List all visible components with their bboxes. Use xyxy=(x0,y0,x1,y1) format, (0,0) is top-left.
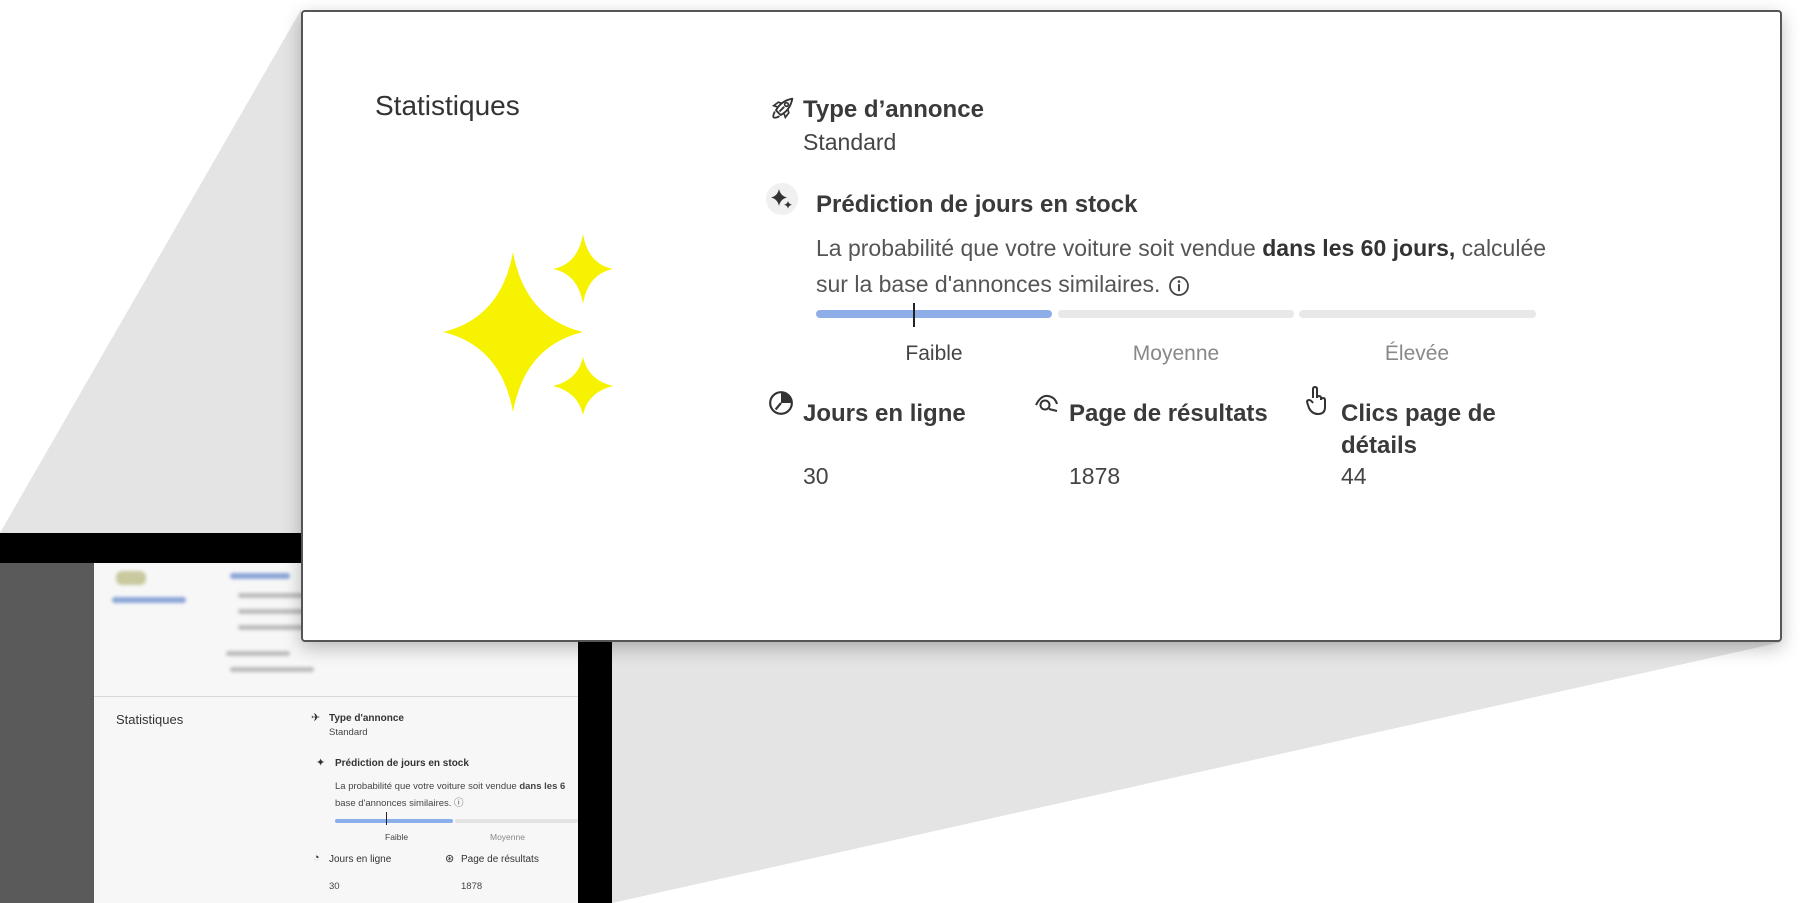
metric-detail-clicks-value: 44 xyxy=(1341,463,1367,489)
source-level-low: Faible xyxy=(385,832,409,842)
source-ad-type-label: Type d'annonce xyxy=(329,713,404,724)
source-description-line1: La probabilité que votre voiture soit ve… xyxy=(335,781,566,792)
metric-days-online-value: 30 xyxy=(803,463,829,489)
prediction-label: Prédiction de jours en stock xyxy=(816,191,1138,218)
source-clock-icon: ◔ xyxy=(313,852,320,864)
bottom-sparkle-icon xyxy=(553,357,613,415)
metric-days-online-label: Jours en ligne xyxy=(803,400,966,427)
metric-results-page-value: 1878 xyxy=(1069,463,1121,489)
metric-detail-clicks-label-line2: détails xyxy=(1341,432,1418,459)
source-bar-marker xyxy=(386,812,387,825)
probability-bar-medium xyxy=(1058,310,1294,318)
top-sparkle-icon xyxy=(553,234,613,304)
clock-icon xyxy=(769,391,793,415)
source-sparkle-icon: ✦ xyxy=(316,757,326,769)
eye-icon xyxy=(1035,394,1058,412)
prediction-description: La probabilité que votre voiture soit ve… xyxy=(816,235,1547,297)
source-bar-empty xyxy=(455,819,578,823)
source-metric2-label: Page de résultats xyxy=(461,854,539,865)
source-ad-type-value: Standard xyxy=(329,727,368,738)
level-high-label: Élevée xyxy=(1384,342,1450,365)
ad-type-value: Standard xyxy=(803,129,897,155)
metric-detail-clicks-label-line1: Clics page de xyxy=(1341,400,1496,427)
rocket-icon xyxy=(771,97,794,120)
source-divider xyxy=(94,696,578,697)
statistics-title: Statistiques xyxy=(375,90,520,121)
statistics-card: Statistiques Type d’annonce Standard Pré… xyxy=(301,10,1782,642)
source-eye-icon: ⊛ xyxy=(445,853,455,865)
tap-icon xyxy=(1305,386,1326,416)
source-description-line2: base d'annonces similaires. ⓘ xyxy=(335,798,464,809)
metric-results-page-label: Page de résultats xyxy=(1069,400,1268,427)
sparkles-illustration xyxy=(443,234,613,415)
source-metric1-value: 30 xyxy=(329,881,340,892)
source-metric2-value: 1878 xyxy=(461,881,483,892)
info-icon[interactable] xyxy=(1168,275,1190,297)
probability-marker xyxy=(913,303,915,327)
probability-bar-high xyxy=(1299,310,1536,318)
source-bar-filled xyxy=(335,819,453,823)
source-left-pane xyxy=(0,563,94,903)
source-title: Statistiques xyxy=(116,712,184,727)
level-low-label: Faible xyxy=(905,342,963,365)
level-medium-label: Moyenne xyxy=(1132,342,1220,365)
source-rocket-icon: ✈ xyxy=(311,712,321,724)
prediction-sparkle-icon xyxy=(766,183,798,215)
ad-type-label: Type d’annonce xyxy=(803,96,984,123)
source-level-mid: Moyenne xyxy=(490,832,525,842)
source-prediction-label: Prédiction de jours en stock xyxy=(335,758,469,769)
probability-bar-low xyxy=(816,310,1052,318)
source-metric1-label: Jours en ligne xyxy=(329,854,392,865)
